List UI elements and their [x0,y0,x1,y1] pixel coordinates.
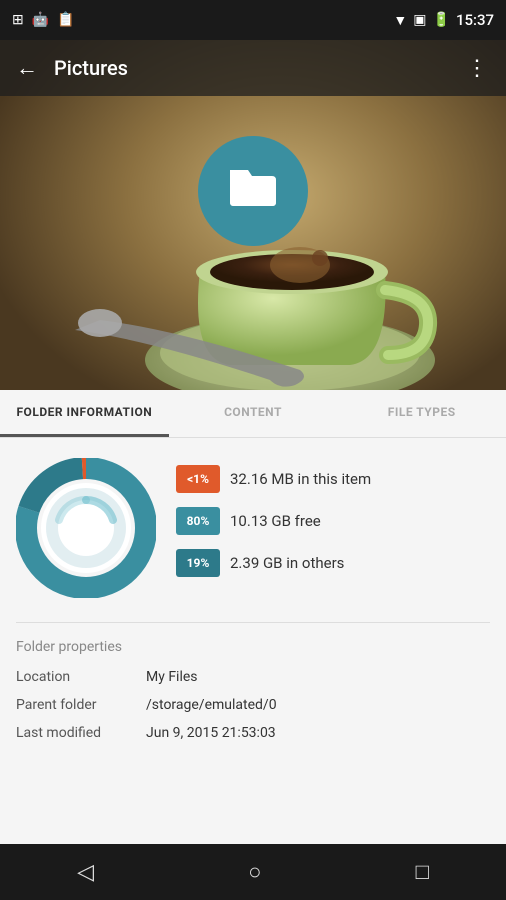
section-divider [16,622,490,623]
stat-text-free: 10.13 GB free [230,512,321,530]
wifi-icon: ▼ [393,12,407,29]
signal-icon: ▣ [413,12,426,28]
stat-item-others: 19% 2.39 GB in others [176,549,490,577]
badge-others-percent: 19% [176,549,220,577]
tab-folder-information[interactable]: FOLDER INFORMATION [0,390,169,437]
home-nav-icon[interactable]: ○ [248,859,261,885]
stat-item-free: 80% 10.13 GB free [176,507,490,535]
status-right: ▼ ▣ 🔋 15:37 [393,11,494,29]
property-row-parent: Parent folder /storage/emulated/0 [16,697,490,713]
prop-label-location: Location [16,669,146,685]
folder-icon-circle [198,136,308,246]
prop-value-parent: /storage/emulated/0 [146,697,277,713]
folder-properties-section: Folder properties Location My Files Pare… [16,639,490,741]
back-button[interactable]: ← [16,55,38,81]
stat-text-small: 32.16 MB in this item [230,470,371,488]
status-bar: ⊞ 🤖 📋 ▼ ▣ 🔋 15:37 [0,0,506,40]
main-content: <1% 32.16 MB in this item 80% 10.13 GB f… [0,438,506,773]
tab-file-types[interactable]: FILE TYPES [337,390,506,437]
status-icons: ⊞ 🤖 📋 [12,12,75,28]
tabs-bar: FOLDER INFORMATION CONTENT FILE TYPES [0,390,506,438]
prop-value-location: My Files [146,669,198,685]
badge-small-percent: <1% [176,465,220,493]
donut-chart [16,458,156,598]
grid-icon: ⊞ [12,12,24,28]
bottom-nav: ◁ ○ □ [0,844,506,900]
overflow-menu-button[interactable]: ⋮ [466,56,490,81]
prop-label-modified: Last modified [16,725,146,741]
clipboard-icon: 📋 [57,12,74,28]
stat-text-others: 2.39 GB in others [230,554,344,572]
hero-area [0,40,506,430]
stat-item-small: <1% 32.16 MB in this item [176,465,490,493]
prop-label-parent: Parent folder [16,697,146,713]
property-row-modified: Last modified Jun 9, 2015 21:53:03 [16,725,490,741]
badge-free-percent: 80% [176,507,220,535]
toolbar: ← Pictures ⋮ [0,40,506,96]
time-display: 15:37 [456,11,494,29]
stats-row: <1% 32.16 MB in this item 80% 10.13 GB f… [16,458,490,598]
recent-nav-icon[interactable]: □ [416,859,429,885]
stats-list: <1% 32.16 MB in this item 80% 10.13 GB f… [176,465,490,591]
android-icon: 🤖 [32,12,49,28]
toolbar-title: Pictures [54,56,466,80]
tab-content[interactable]: CONTENT [169,390,338,437]
battery-icon: 🔋 [433,12,450,28]
prop-value-modified: Jun 9, 2015 21:53:03 [146,725,276,741]
property-row-location: Location My Files [16,669,490,685]
section-title: Folder properties [16,639,490,655]
back-nav-icon[interactable]: ◁ [77,860,94,885]
folder-icon [226,164,280,219]
